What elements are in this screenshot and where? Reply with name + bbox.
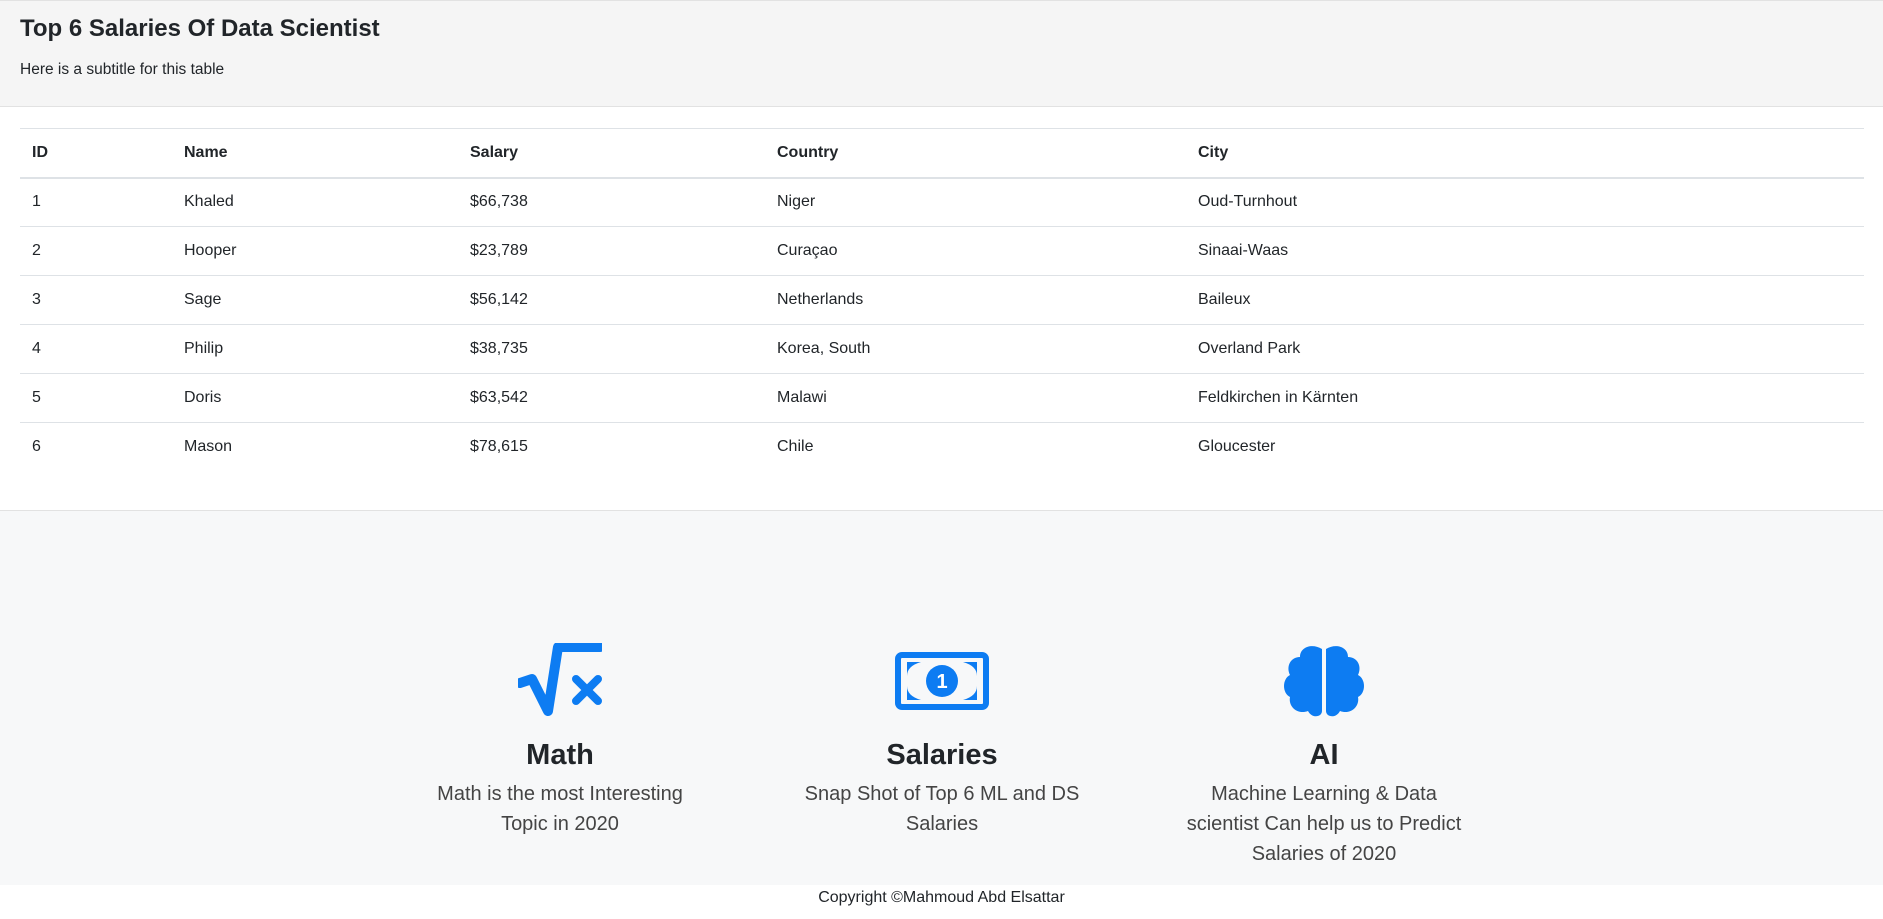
feature-title: Math bbox=[526, 739, 594, 771]
feature-title: Salaries bbox=[886, 739, 998, 771]
feature-title: AI bbox=[1309, 739, 1339, 771]
cell-country: Korea, South bbox=[777, 340, 871, 357]
cell-id: 2 bbox=[32, 242, 41, 259]
cell-salary: $63,542 bbox=[470, 389, 528, 406]
cell-salary: $66,738 bbox=[470, 193, 528, 211]
cell-id: 3 bbox=[32, 291, 41, 308]
brain-icon bbox=[1159, 641, 1489, 721]
salaries-table: ID Name Salary Country City 1 Khaled $66… bbox=[20, 128, 1864, 472]
footer: Copyright ©Mahmoud Abd Elsattar bbox=[0, 885, 1883, 919]
cell-country: Malawi bbox=[777, 389, 827, 406]
svg-text:1: 1 bbox=[936, 671, 947, 693]
cell-city: Baileux bbox=[1198, 291, 1251, 308]
cell-city: Sinaai-Waas bbox=[1198, 242, 1289, 259]
cell-salary: $78,615 bbox=[470, 438, 528, 456]
feature-text: Math is the most Interesting Topic in 20… bbox=[437, 783, 683, 835]
table-header-row: ID Name Salary Country City bbox=[20, 128, 1864, 178]
feature-ai: AI Machine Learning & Data scientist Can… bbox=[1159, 641, 1489, 869]
cell-id: 4 bbox=[32, 340, 41, 357]
cell-city: Overland Park bbox=[1198, 340, 1301, 357]
feature-text: Snap Shot of Top 6 ML and DS Salaries bbox=[804, 783, 1080, 835]
salaries-table-wrapper: ID Name Salary Country City 1 Khaled $66… bbox=[20, 128, 1864, 472]
cell-name: Khaled bbox=[184, 193, 234, 211]
cell-id: 5 bbox=[32, 389, 41, 406]
salaries-card: Top 6 Salaries Of Data Scientist Here is… bbox=[0, 0, 1883, 511]
table-row: 1 Khaled $66,738 Niger Oud-Turnhout bbox=[20, 178, 1864, 227]
cell-city: Feldkirchen in Kärnten bbox=[1198, 389, 1359, 406]
column-header-salary: Salary bbox=[470, 143, 519, 161]
feature-math: Math Math is the most Interesting Topic … bbox=[395, 641, 725, 839]
cell-id: 1 bbox=[32, 193, 41, 211]
card-header: Top 6 Salaries Of Data Scientist Here is… bbox=[0, 1, 1883, 107]
cell-country: Chile bbox=[777, 438, 814, 456]
square-root-icon bbox=[395, 641, 725, 721]
column-header-name: Name bbox=[184, 143, 228, 161]
cell-country: Netherlands bbox=[777, 291, 864, 308]
cell-id: 6 bbox=[32, 438, 41, 456]
table-row: 4 Philip $38,735 Korea, South Overland P… bbox=[20, 325, 1864, 374]
cell-salary: $56,142 bbox=[470, 291, 528, 308]
table-row: 2 Hooper $23,789 Curaçao Sinaai-Waas bbox=[20, 227, 1864, 276]
feature-salaries: 1 Salaries Snap Shot of Top 6 ML and DS … bbox=[777, 641, 1107, 839]
cell-salary: $23,789 bbox=[470, 242, 528, 259]
card-subtitle: Here is a subtitle for this table bbox=[20, 61, 225, 78]
cell-name: Sage bbox=[184, 291, 222, 308]
table-row: 3 Sage $56,142 Netherlands Baileux bbox=[20, 276, 1864, 325]
features-section: Math Math is the most Interesting Topic … bbox=[0, 511, 1883, 885]
copyright-text: Copyright ©Mahmoud Abd Elsattar bbox=[818, 889, 1065, 906]
cell-name: Mason bbox=[184, 438, 233, 456]
table-row: 5 Doris $63,542 Malawi Feldkirchen in Kä… bbox=[20, 374, 1864, 423]
cell-country: Curaçao bbox=[777, 242, 838, 259]
cell-name: Doris bbox=[184, 389, 222, 406]
cell-city: Gloucester bbox=[1198, 438, 1276, 456]
money-bill-icon: 1 bbox=[777, 641, 1107, 721]
column-header-city: City bbox=[1198, 143, 1229, 161]
cell-name: Hooper bbox=[184, 242, 237, 259]
cell-salary: $38,735 bbox=[470, 340, 528, 357]
table-row: 6 Mason $78,615 Chile Gloucester bbox=[20, 423, 1864, 472]
column-header-country: Country bbox=[777, 143, 839, 161]
card-title: Top 6 Salaries Of Data Scientist bbox=[20, 15, 380, 42]
feature-text: Machine Learning & Data scientist Can he… bbox=[1186, 783, 1462, 865]
cell-country: Niger bbox=[777, 193, 816, 211]
cell-city: Oud-Turnhout bbox=[1198, 193, 1298, 211]
column-header-id: ID bbox=[32, 143, 48, 161]
cell-name: Philip bbox=[184, 340, 224, 357]
